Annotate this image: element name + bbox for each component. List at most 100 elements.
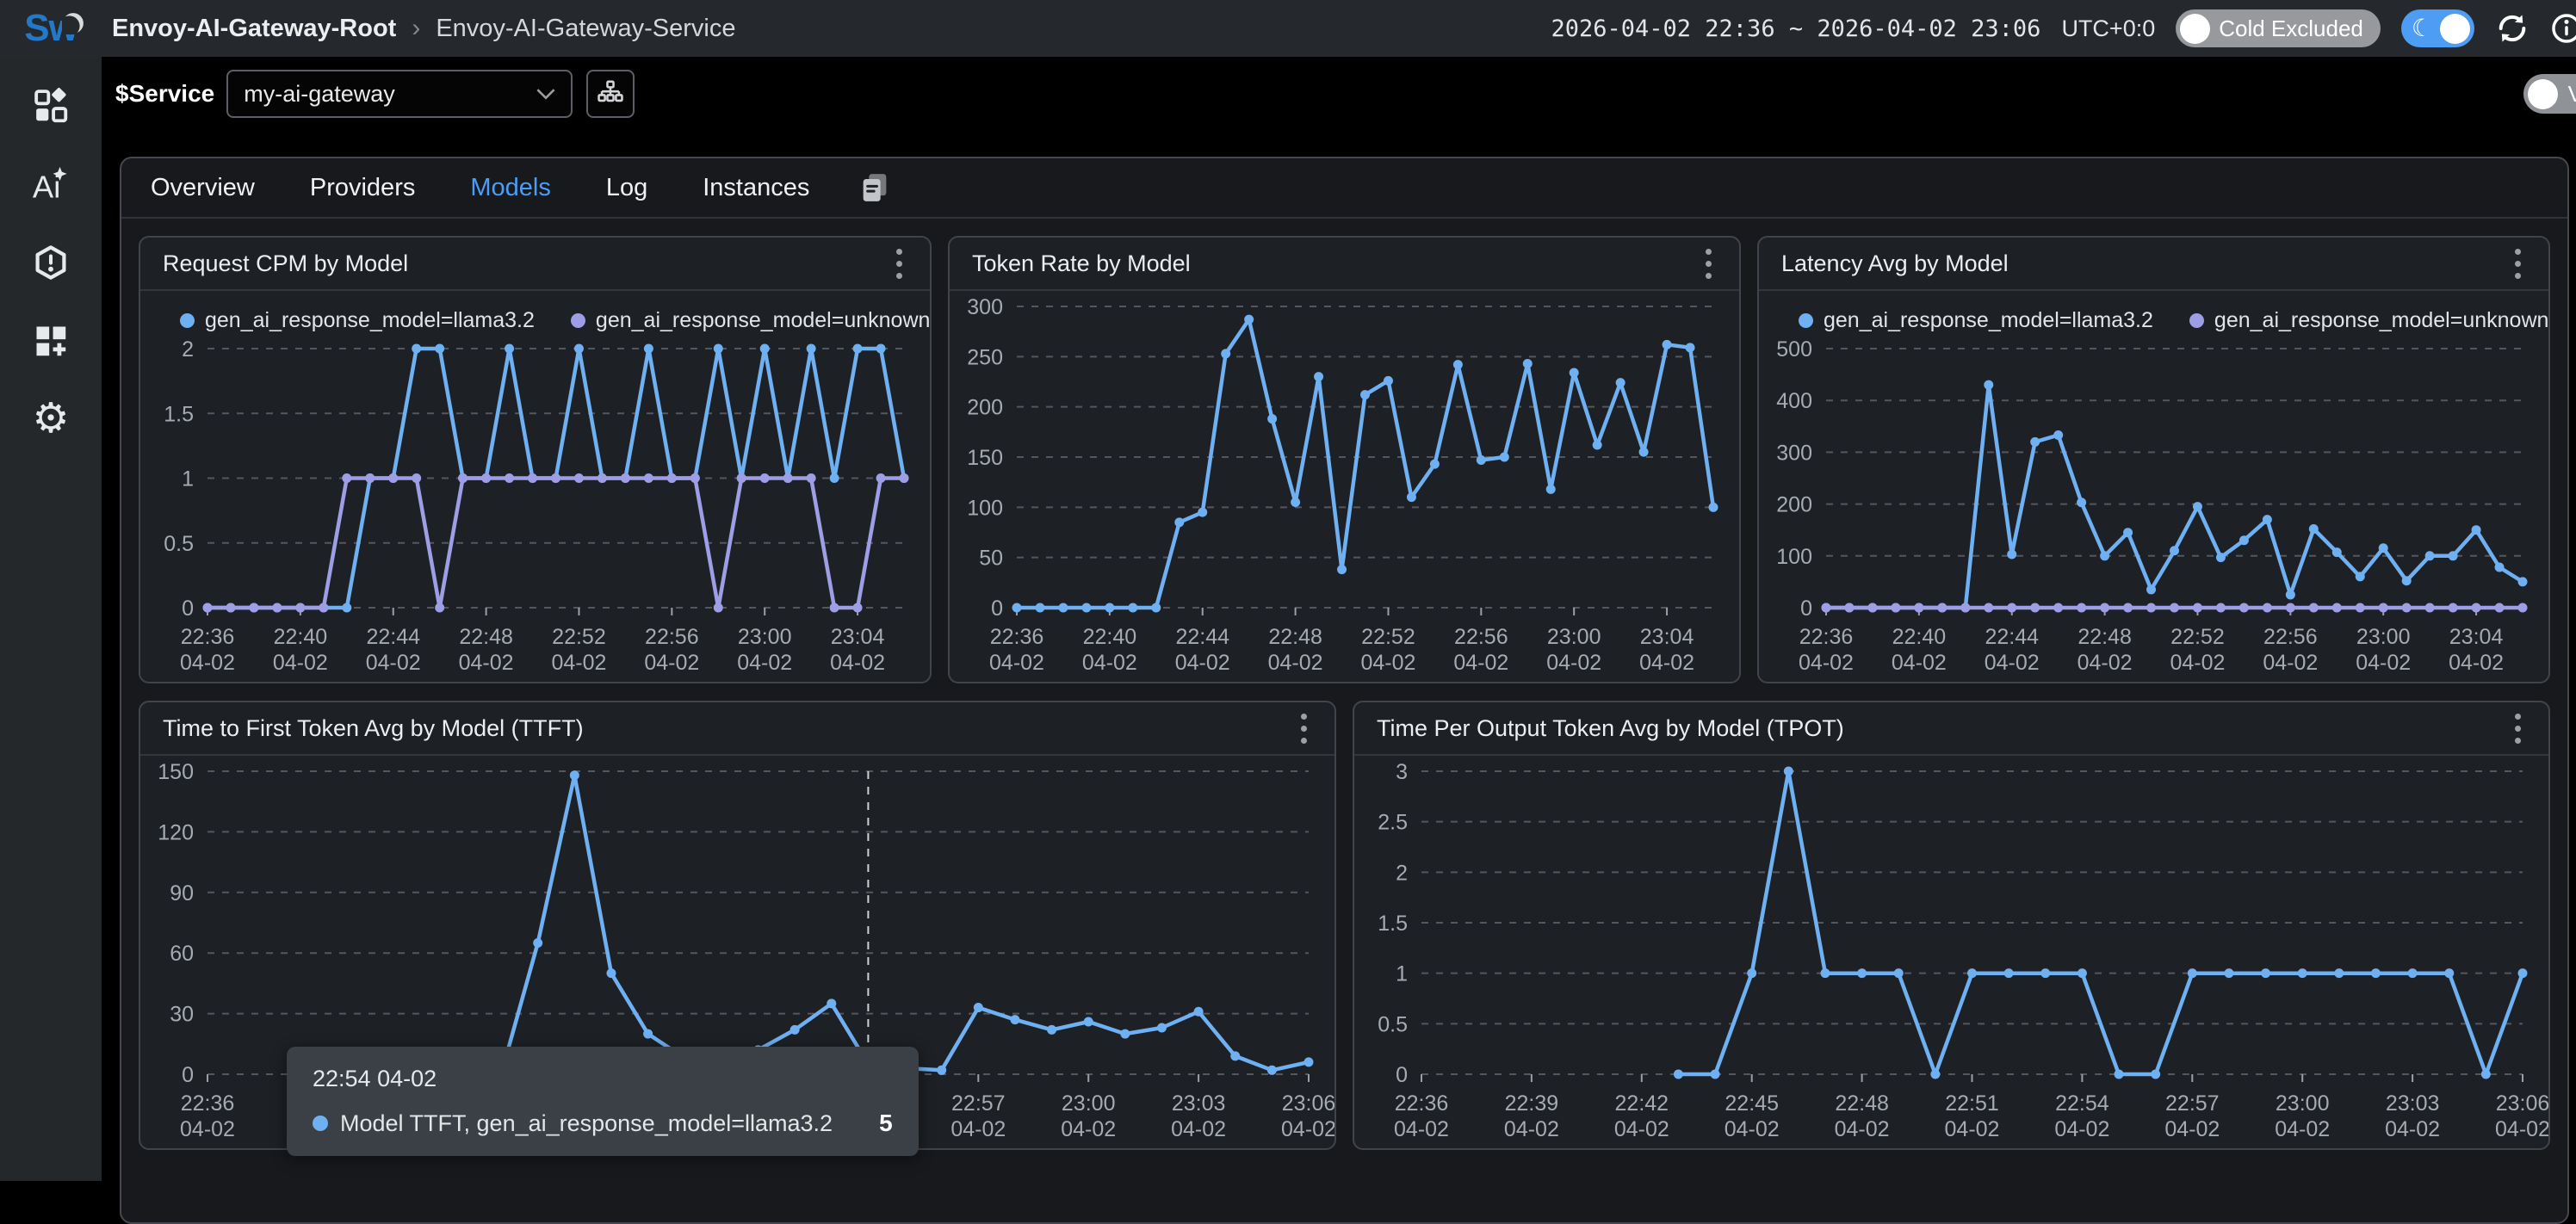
svg-text:22:57: 22:57 <box>2165 1091 2220 1116</box>
svg-text:100: 100 <box>967 496 1003 520</box>
app-logo[interactable]: Sw <box>0 7 102 50</box>
panel-menu-button[interactable] <box>2510 708 2526 749</box>
view-toggle[interactable]: V <box>2523 74 2576 114</box>
tooltip-time: 22:54 04-02 <box>313 1066 893 1092</box>
refresh-icon <box>2495 11 2530 46</box>
svg-text:0: 0 <box>991 597 1003 621</box>
tab-providers[interactable]: Providers <box>310 174 416 202</box>
svg-text:04-02: 04-02 <box>1614 1117 1669 1141</box>
topology-button[interactable] <box>586 70 635 118</box>
panel-body: 030609012015022:3604-0222:3904-0222:4204… <box>140 756 1334 1148</box>
copy-dashboard-button[interactable] <box>858 170 892 205</box>
svg-text:04-02: 04-02 <box>1945 1117 2000 1141</box>
svg-text:0: 0 <box>1800 597 1812 621</box>
panel-menu-button[interactable] <box>891 244 907 284</box>
legend-label: gen_ai_response_model=unknown <box>2214 308 2549 333</box>
svg-text:04-02: 04-02 <box>1268 651 1323 675</box>
svg-text:04-02: 04-02 <box>1835 1117 1890 1141</box>
svg-text:23:04: 23:04 <box>1640 625 1694 649</box>
tab-log[interactable]: Log <box>606 174 647 202</box>
svg-text:04-02: 04-02 <box>2263 651 2318 675</box>
request-cpm-by-model-svg: 00.511.5222:3604-0222:4004-0222:4404-022… <box>140 333 930 682</box>
sidebar-item-dashboards[interactable] <box>31 86 71 126</box>
svg-text:60: 60 <box>170 942 194 966</box>
svg-text:50: 50 <box>979 547 1003 571</box>
service-select[interactable]: my-ai-gateway <box>226 70 573 118</box>
breadcrumb-root[interactable]: Envoy-AI-Gateway-Root <box>112 15 396 43</box>
top-bar: Sw Envoy-AI-Gateway-Root › Envoy-AI-Gate… <box>0 0 2576 57</box>
svg-text:0.5: 0.5 <box>164 532 194 556</box>
svg-text:04-02: 04-02 <box>1892 651 1947 675</box>
panel-header: Request CPM by Model <box>140 238 930 291</box>
toggle-knob <box>2180 14 2210 44</box>
panel-body: gen_ai_response_model=llama3.2 gen_ai_res… <box>1759 291 2548 682</box>
svg-text:30: 30 <box>170 1003 194 1027</box>
svg-text:04-02: 04-02 <box>2170 651 2225 675</box>
panel-header: Time to First Token Avg by Model (TTFT) <box>140 702 1334 756</box>
tooltip-value: 5 <box>879 1110 893 1137</box>
panel-title: Time Per Output Token Avg by Model (TPOT… <box>1377 715 1844 742</box>
breadcrumb-current[interactable]: Envoy-AI-Gateway-Service <box>436 15 735 43</box>
svg-text:22:52: 22:52 <box>1361 625 1415 649</box>
time-range-picker[interactable]: 2026-04-02 22:36 ~ 2026-04-02 23:06 <box>1551 15 2040 42</box>
series-dot-icon <box>180 313 195 328</box>
svg-text:22:40: 22:40 <box>1892 625 1947 649</box>
line-chart[interactable]: 05010015020025030022:3604-0222:4004-0222… <box>950 291 1739 682</box>
svg-text:04-02: 04-02 <box>366 651 421 675</box>
theme-toggle[interactable]: ☾ <box>2401 9 2474 47</box>
panel-title: Latency Avg by Model <box>1781 250 2009 277</box>
svg-text:22:54: 22:54 <box>2055 1091 2109 1116</box>
chart-tooltip: 22:54 04-02 Model TTFT, gen_ai_response_… <box>287 1047 919 1156</box>
info-button[interactable] <box>2550 12 2576 45</box>
line-chart[interactable]: 00.511.522.5322:3604-0222:3904-0222:4204… <box>1354 756 2548 1148</box>
tab-instances[interactable]: Instances <box>703 174 809 202</box>
panel-title: Time to First Token Avg by Model (TTFT) <box>163 715 584 742</box>
sidebar-item-alerting[interactable] <box>31 243 71 282</box>
svg-text:23:00: 23:00 <box>1547 625 1601 649</box>
tab-overview[interactable]: Overview <box>151 174 255 202</box>
legend-label: gen_ai_response_model=unknown <box>596 308 931 333</box>
panel-ttft: Time to First Token Avg by Model (TTFT) … <box>139 701 1336 1150</box>
svg-text:1.5: 1.5 <box>1378 912 1408 936</box>
svg-text:04-02: 04-02 <box>2275 1117 2330 1141</box>
svg-text:23:06: 23:06 <box>2496 1091 2548 1116</box>
svg-text:23:00: 23:00 <box>2276 1091 2330 1116</box>
panel-menu-button[interactable] <box>1296 708 1312 749</box>
legend-item[interactable]: gen_ai_response_model=unknown <box>571 308 931 333</box>
svg-text:22:44: 22:44 <box>1175 625 1229 649</box>
svg-text:04-02: 04-02 <box>2449 651 2504 675</box>
svg-text:04-02: 04-02 <box>1061 1117 1116 1141</box>
legend-item[interactable]: gen_ai_response_model=llama3.2 <box>1799 308 2153 333</box>
line-chart[interactable]: 010020030040050022:3604-0222:4004-0222:4… <box>1759 333 2548 682</box>
legend-item[interactable]: gen_ai_response_model=llama3.2 <box>180 308 535 333</box>
svg-text:200: 200 <box>967 396 1003 420</box>
svg-text:0: 0 <box>182 597 194 621</box>
chart-legend: gen_ai_response_model=llama3.2 gen_ai_res… <box>1759 291 2548 333</box>
token-rate-by-model-svg: 05010015020025030022:3604-0222:4004-0222… <box>950 291 1739 682</box>
line-chart[interactable]: 00.511.5222:3604-0222:4004-0222:4404-022… <box>140 333 930 682</box>
tab-models[interactable]: Models <box>470 174 551 202</box>
legend-label: gen_ai_response_model=llama3.2 <box>205 308 535 333</box>
svg-text:04-02: 04-02 <box>273 651 328 675</box>
cold-excluded-toggle[interactable]: Cold Excluded <box>2176 9 2381 47</box>
svg-text:22:48: 22:48 <box>2078 625 2132 649</box>
topology-icon <box>596 79 625 108</box>
service-select-value: my-ai-gateway <box>244 81 395 108</box>
sidebar-item-ai-pipeline[interactable]: Ai <box>31 164 71 204</box>
svg-text:04-02: 04-02 <box>1281 1117 1334 1141</box>
svg-text:04-02: 04-02 <box>644 651 699 675</box>
svg-text:22:56: 22:56 <box>2263 625 2318 649</box>
svg-text:400: 400 <box>1776 389 1812 413</box>
panel-menu-button[interactable] <box>1700 244 1717 284</box>
svg-text:04-02: 04-02 <box>180 651 235 675</box>
dashboards-icon <box>31 86 71 126</box>
svg-text:150: 150 <box>158 760 194 784</box>
sidebar-item-widgets[interactable] <box>31 321 71 361</box>
refresh-button[interactable] <box>2495 11 2530 46</box>
panel-menu-button[interactable] <box>2510 244 2526 284</box>
sidebar-item-settings[interactable]: ⚙ <box>31 399 71 439</box>
panel-tpot: Time Per Output Token Avg by Model (TPOT… <box>1353 701 2550 1150</box>
legend-item[interactable]: gen_ai_response_model=unknown <box>2189 308 2549 333</box>
series-dot-icon <box>2189 313 2204 328</box>
utc-offset[interactable]: UTC+0:0 <box>2061 15 2155 42</box>
